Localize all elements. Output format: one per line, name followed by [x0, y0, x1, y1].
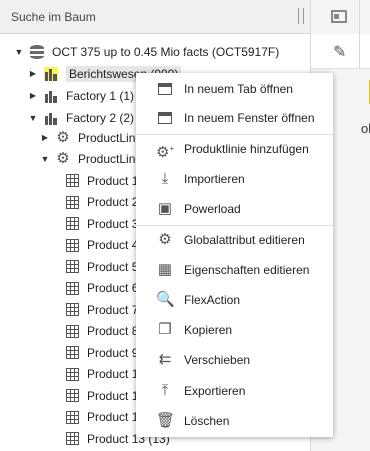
right-panel-toolbar — [311, 0, 370, 35]
trash-icon: 🗑 — [156, 412, 176, 429]
menu-item-open-window[interactable]: In neuem Fenster öffnen — [136, 103, 333, 133]
grid-icon — [66, 281, 79, 295]
tree-node-product[interactable]: Product 8 — [66, 321, 138, 342]
search-placeholder: Suche im Baum — [11, 10, 96, 24]
gear-icon: ⚙ — [56, 149, 70, 167]
properties-icon: ▦ — [157, 261, 173, 278]
collapse-caret-icon[interactable]: ▶ — [40, 133, 50, 142]
export-icon: ⤒ — [161, 382, 169, 399]
window-icon — [158, 112, 172, 124]
gear-add-icon: ⚙+ — [156, 144, 175, 161]
copy-icon: ❐ — [158, 321, 172, 338]
tab-icon — [158, 83, 172, 95]
grid-icon — [66, 324, 79, 338]
tree-node-product[interactable]: Product 1 — [66, 170, 138, 191]
tree-node-root[interactable]: ▼ OCT 375 up to 0.45 Mio facts (OCT5917F… — [14, 41, 279, 62]
right-panel-text: ol — [361, 121, 370, 136]
menu-item-export[interactable]: ⤒ Exportieren — [136, 376, 333, 406]
tree-node-product[interactable]: Product 7 — [66, 299, 138, 320]
grid-icon — [66, 367, 79, 381]
grid-icon — [66, 389, 79, 402]
tree-node-factory-2[interactable]: ▼ Factory 2 (2) — [28, 107, 134, 128]
grid-icon — [66, 346, 79, 359]
grid-icon — [66, 432, 79, 445]
move-icon: ⇇ — [158, 351, 172, 368]
layout-icon[interactable] — [331, 10, 347, 23]
tree-node-product[interactable]: Product 3 — [66, 213, 138, 234]
menu-item-flexaction[interactable]: 🔍 FlexAction — [136, 285, 333, 315]
menu-item-import[interactable]: ⤓ Importieren — [136, 164, 333, 194]
grid-icon — [66, 238, 79, 252]
powerload-icon: ▣ — [157, 200, 173, 217]
tree-node-product[interactable]: Product 2 — [66, 192, 138, 213]
product-label: Product 1 — [87, 367, 139, 381]
grid-icon — [66, 260, 79, 273]
tree-node-product[interactable]: Product 4 — [66, 235, 138, 256]
grid-icon — [66, 410, 79, 424]
expand-caret-icon[interactable]: ▼ — [14, 47, 24, 57]
tree-node-productline-2[interactable]: ▼ ⚙ ProductLine — [40, 148, 143, 169]
product-label: Product 8 — [87, 324, 139, 338]
expand-caret-icon[interactable]: ▼ — [28, 113, 38, 123]
resize-handle-icon[interactable] — [298, 8, 304, 24]
tree-node-product[interactable]: Product 1 — [66, 407, 138, 428]
menu-item-open-tab[interactable]: In neuem Tab öffnen — [136, 74, 333, 104]
menu-item-global-attribute[interactable]: ⚙ Globalattribut editieren — [136, 225, 333, 255]
menu-item-powerload[interactable]: ▣ Powerload — [136, 194, 333, 224]
search-icon: 🔍 — [156, 291, 175, 308]
factory-icon — [44, 111, 58, 125]
tree-node-product[interactable]: Product 5 — [66, 256, 138, 277]
tree-node-product[interactable]: Product 1 — [66, 385, 138, 406]
edit-icon[interactable]: ✎ — [333, 42, 346, 62]
product-label: Product 1 — [87, 410, 139, 424]
product-label: Product 6 — [87, 281, 139, 295]
tree-node-product[interactable]: Product 6 — [66, 278, 138, 299]
tree-node-product[interactable]: Product 9 — [66, 342, 138, 363]
menu-item-edit-properties[interactable]: ▦ Eigenschaften editieren — [136, 255, 333, 285]
tree-node-product[interactable]: Product 1 — [66, 364, 138, 385]
context-menu: In neuem Tab öffnen In neuem Fenster öff… — [136, 73, 333, 437]
product-label: Product 7 — [87, 302, 139, 317]
product-label: Product 5 — [87, 259, 139, 274]
product-label: Product 1 — [87, 388, 139, 403]
tree-node-factory-1[interactable]: ▶ Factory 1 (1) — [28, 85, 134, 106]
gear-icon: ⚙ — [56, 128, 70, 146]
menu-item-delete[interactable]: 🗑 Löschen — [136, 406, 333, 436]
tree-node-productline-1[interactable]: ▶ ⚙ ProductLine — [40, 127, 142, 148]
import-icon: ⤓ — [161, 170, 169, 187]
grid-icon — [66, 195, 79, 209]
grid-icon — [66, 303, 79, 316]
factory-icon — [44, 89, 58, 103]
product-label: Product 3 — [87, 216, 139, 231]
menu-item-move[interactable]: ⇇ Verschieben — [136, 345, 333, 375]
menu-item-copy[interactable]: ❐ Kopieren — [136, 315, 333, 345]
collapse-caret-icon[interactable]: ▶ — [28, 91, 38, 100]
database-icon — [30, 44, 44, 59]
product-label: Product 4 — [87, 238, 139, 252]
product-label: Product 2 — [87, 195, 139, 209]
expand-caret-icon[interactable]: ▼ — [40, 154, 50, 164]
tree-search-input[interactable]: Suche im Baum — [0, 0, 310, 34]
factory-icon — [44, 66, 58, 81]
grid-icon — [66, 217, 79, 230]
grid-icon — [66, 174, 79, 187]
menu-item-add-productline[interactable]: ⚙+ Produktlinie hinzufügen — [136, 134, 333, 164]
collapse-caret-icon[interactable]: ▶ — [28, 69, 38, 78]
gear-icon: ⚙ — [158, 231, 172, 248]
product-label: Product 9 — [87, 345, 139, 360]
product-label: Product 1 — [87, 173, 139, 188]
